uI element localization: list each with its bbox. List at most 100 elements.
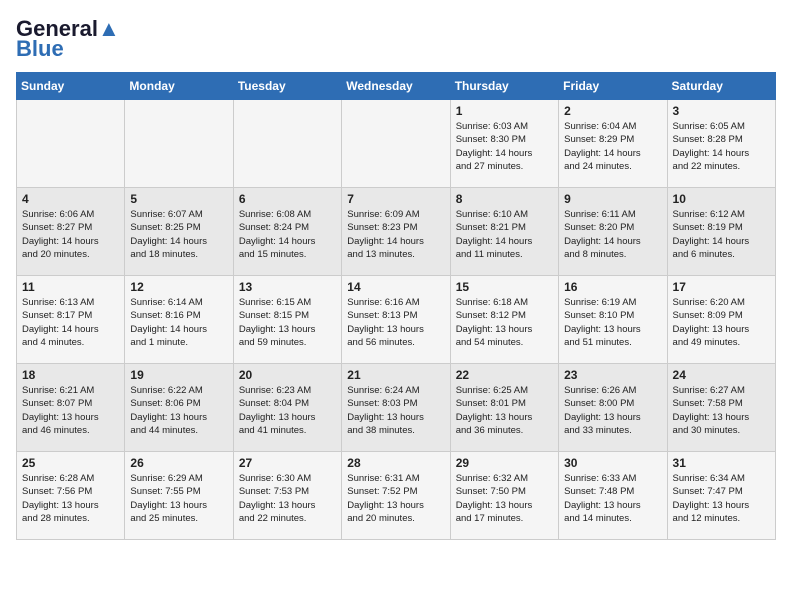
day-info: Sunrise: 6:23 AM Sunset: 8:04 PM Dayligh… [239, 384, 336, 437]
day-info: Sunrise: 6:30 AM Sunset: 7:53 PM Dayligh… [239, 472, 336, 525]
day-number: 1 [456, 104, 553, 118]
week-row-1: 1 Sunrise: 6:03 AM Sunset: 8:30 PM Daylig… [17, 100, 776, 188]
day-number: 24 [673, 368, 770, 382]
header-day-saturday: Saturday [667, 73, 775, 100]
day-info: Sunrise: 6:27 AM Sunset: 7:58 PM Dayligh… [673, 384, 770, 437]
day-info: Sunrise: 6:07 AM Sunset: 8:25 PM Dayligh… [130, 208, 227, 261]
day-number: 14 [347, 280, 444, 294]
header-day-friday: Friday [559, 73, 667, 100]
day-cell: 10 Sunrise: 6:12 AM Sunset: 8:19 PM Dayli… [667, 188, 775, 276]
day-cell [17, 100, 125, 188]
logo-blue: Blue [16, 36, 64, 62]
day-cell: 25 Sunrise: 6:28 AM Sunset: 7:56 PM Dayli… [17, 452, 125, 540]
day-cell: 4 Sunrise: 6:06 AM Sunset: 8:27 PM Daylig… [17, 188, 125, 276]
day-number: 13 [239, 280, 336, 294]
day-cell: 6 Sunrise: 6:08 AM Sunset: 8:24 PM Daylig… [233, 188, 341, 276]
day-cell: 31 Sunrise: 6:34 AM Sunset: 7:47 PM Dayli… [667, 452, 775, 540]
day-number: 6 [239, 192, 336, 206]
day-number: 23 [564, 368, 661, 382]
day-cell: 24 Sunrise: 6:27 AM Sunset: 7:58 PM Dayli… [667, 364, 775, 452]
day-cell: 1 Sunrise: 6:03 AM Sunset: 8:30 PM Daylig… [450, 100, 558, 188]
day-number: 15 [456, 280, 553, 294]
day-cell [233, 100, 341, 188]
day-info: Sunrise: 6:34 AM Sunset: 7:47 PM Dayligh… [673, 472, 770, 525]
day-cell: 15 Sunrise: 6:18 AM Sunset: 8:12 PM Dayli… [450, 276, 558, 364]
day-info: Sunrise: 6:13 AM Sunset: 8:17 PM Dayligh… [22, 296, 119, 349]
week-row-3: 11 Sunrise: 6:13 AM Sunset: 8:17 PM Dayli… [17, 276, 776, 364]
day-cell: 22 Sunrise: 6:25 AM Sunset: 8:01 PM Dayli… [450, 364, 558, 452]
day-number: 28 [347, 456, 444, 470]
day-cell: 7 Sunrise: 6:09 AM Sunset: 8:23 PM Daylig… [342, 188, 450, 276]
day-info: Sunrise: 6:32 AM Sunset: 7:50 PM Dayligh… [456, 472, 553, 525]
day-number: 3 [673, 104, 770, 118]
day-info: Sunrise: 6:12 AM Sunset: 8:19 PM Dayligh… [673, 208, 770, 261]
day-cell: 12Sunrise: 6:14 AM Sunset: 8:16 PM Dayli… [125, 276, 233, 364]
day-number: 2 [564, 104, 661, 118]
day-number: 19 [130, 368, 227, 382]
day-number: 12 [130, 280, 227, 294]
header-day-thursday: Thursday [450, 73, 558, 100]
day-number: 29 [456, 456, 553, 470]
day-cell: 9 Sunrise: 6:11 AM Sunset: 8:20 PM Daylig… [559, 188, 667, 276]
day-number: 31 [673, 456, 770, 470]
day-cell: 18 Sunrise: 6:21 AM Sunset: 8:07 PM Dayli… [17, 364, 125, 452]
day-number: 21 [347, 368, 444, 382]
day-cell: 13Sunrise: 6:15 AM Sunset: 8:15 PM Dayli… [233, 276, 341, 364]
week-row-5: 25 Sunrise: 6:28 AM Sunset: 7:56 PM Dayli… [17, 452, 776, 540]
day-info: Sunrise: 6:25 AM Sunset: 8:01 PM Dayligh… [456, 384, 553, 437]
day-number: 4 [22, 192, 119, 206]
day-number: 9 [564, 192, 661, 206]
header-day-wednesday: Wednesday [342, 73, 450, 100]
day-info: Sunrise: 6:05 AM Sunset: 8:28 PM Dayligh… [673, 120, 770, 173]
day-cell: 8Sunrise: 6:10 AM Sunset: 8:21 PM Daylig… [450, 188, 558, 276]
day-cell: 29 Sunrise: 6:32 AM Sunset: 7:50 PM Dayli… [450, 452, 558, 540]
day-info: Sunrise: 6:09 AM Sunset: 8:23 PM Dayligh… [347, 208, 444, 261]
day-number: 7 [347, 192, 444, 206]
day-cell: 30 Sunrise: 6:33 AM Sunset: 7:48 PM Dayli… [559, 452, 667, 540]
day-info: Sunrise: 6:06 AM Sunset: 8:27 PM Dayligh… [22, 208, 119, 261]
day-info: Sunrise: 6:03 AM Sunset: 8:30 PM Dayligh… [456, 120, 553, 173]
day-number: 16 [564, 280, 661, 294]
calendar-table: SundayMondayTuesdayWednesdayThursdayFrid… [16, 72, 776, 540]
day-info: Sunrise: 6:24 AM Sunset: 8:03 PM Dayligh… [347, 384, 444, 437]
day-cell: 11 Sunrise: 6:13 AM Sunset: 8:17 PM Dayli… [17, 276, 125, 364]
day-info: Sunrise: 6:11 AM Sunset: 8:20 PM Dayligh… [564, 208, 661, 261]
page-header: General▲ Blue [16, 16, 776, 62]
logo: General▲ Blue [16, 16, 120, 62]
day-info: Sunrise: 6:29 AM Sunset: 7:55 PM Dayligh… [130, 472, 227, 525]
header-day-monday: Monday [125, 73, 233, 100]
day-cell: 23Sunrise: 6:26 AM Sunset: 8:00 PM Dayli… [559, 364, 667, 452]
calendar-header-row: SundayMondayTuesdayWednesdayThursdayFrid… [17, 73, 776, 100]
header-day-tuesday: Tuesday [233, 73, 341, 100]
day-number: 25 [22, 456, 119, 470]
day-info: Sunrise: 6:33 AM Sunset: 7:48 PM Dayligh… [564, 472, 661, 525]
day-info: Sunrise: 6:18 AM Sunset: 8:12 PM Dayligh… [456, 296, 553, 349]
day-number: 10 [673, 192, 770, 206]
day-cell: 14 Sunrise: 6:16 AM Sunset: 8:13 PM Dayli… [342, 276, 450, 364]
day-number: 11 [22, 280, 119, 294]
day-cell [342, 100, 450, 188]
day-cell: 19Sunrise: 6:22 AM Sunset: 8:06 PM Dayli… [125, 364, 233, 452]
day-number: 22 [456, 368, 553, 382]
day-info: Sunrise: 6:16 AM Sunset: 8:13 PM Dayligh… [347, 296, 444, 349]
week-row-4: 18 Sunrise: 6:21 AM Sunset: 8:07 PM Dayli… [17, 364, 776, 452]
day-info: Sunrise: 6:28 AM Sunset: 7:56 PM Dayligh… [22, 472, 119, 525]
day-cell: 20 Sunrise: 6:23 AM Sunset: 8:04 PM Dayli… [233, 364, 341, 452]
day-info: Sunrise: 6:04 AM Sunset: 8:29 PM Dayligh… [564, 120, 661, 173]
day-cell: 28Sunrise: 6:31 AM Sunset: 7:52 PM Dayli… [342, 452, 450, 540]
day-info: Sunrise: 6:08 AM Sunset: 8:24 PM Dayligh… [239, 208, 336, 261]
day-number: 30 [564, 456, 661, 470]
day-number: 20 [239, 368, 336, 382]
day-cell: 2 Sunrise: 6:04 AM Sunset: 8:29 PM Daylig… [559, 100, 667, 188]
day-cell: 26 Sunrise: 6:29 AM Sunset: 7:55 PM Dayli… [125, 452, 233, 540]
day-number: 8 [456, 192, 553, 206]
day-info: Sunrise: 6:19 AM Sunset: 8:10 PM Dayligh… [564, 296, 661, 349]
day-number: 26 [130, 456, 227, 470]
day-cell: 3 Sunrise: 6:05 AM Sunset: 8:28 PM Daylig… [667, 100, 775, 188]
day-info: Sunrise: 6:21 AM Sunset: 8:07 PM Dayligh… [22, 384, 119, 437]
day-info: Sunrise: 6:20 AM Sunset: 8:09 PM Dayligh… [673, 296, 770, 349]
header-day-sunday: Sunday [17, 73, 125, 100]
day-number: 27 [239, 456, 336, 470]
day-cell [125, 100, 233, 188]
day-number: 18 [22, 368, 119, 382]
